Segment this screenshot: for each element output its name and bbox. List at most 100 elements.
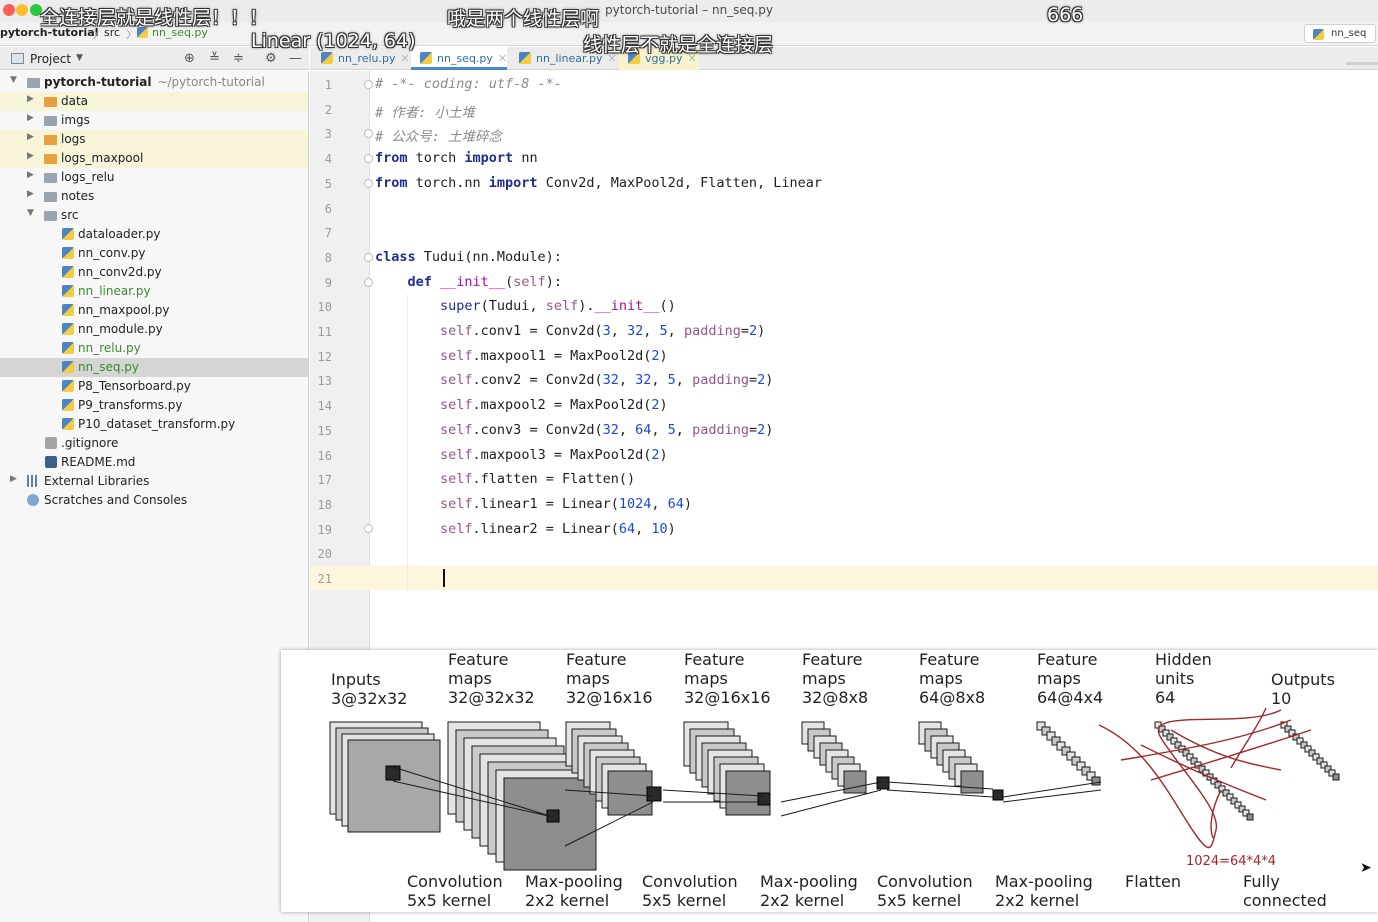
code-line[interactable]: self.linear1 = Linear(1024, 64)	[375, 496, 692, 512]
line-number: 16	[317, 449, 332, 463]
line-number: 1	[324, 78, 332, 92]
chevron-down-icon[interactable]: ▼	[10, 75, 17, 85]
code-token: import	[464, 150, 514, 166]
tree-file-p10-dataset-transform[interactable]: P10_dataset_transform.py	[0, 415, 308, 434]
code-line[interactable]: self.maxpool1 = MaxPool2d(2)	[375, 348, 668, 364]
tree-node-label: External Libraries	[44, 474, 150, 488]
run-configuration-selector[interactable]: nn_seq	[1304, 24, 1376, 43]
chevron-right-icon[interactable]: ▶	[27, 189, 34, 199]
tree-node-root[interactable]: ▼ pytorch-tutorial ~/pytorch-tutorial	[0, 73, 308, 92]
code-token: self	[440, 397, 473, 413]
line-number: 3	[324, 127, 332, 141]
tree-file-nn-module[interactable]: nn_module.py	[0, 320, 308, 339]
close-tab-icon[interactable]: ✕	[401, 52, 410, 65]
code-line[interactable]: class Tudui(nn.Module):	[375, 249, 562, 265]
fold-marker-icon[interactable]	[364, 179, 373, 188]
tree-node-label: P8_Tensorboard.py	[78, 379, 191, 393]
label-line: Max-pooling	[525, 872, 623, 891]
tree-file-readme[interactable]: README.md	[0, 453, 308, 472]
expand-all-icon[interactable]: ≚	[209, 51, 220, 66]
tree-file-nn-seq[interactable]: nn_seq.py	[0, 358, 308, 377]
code-line[interactable]: # 作者: 小土堆	[375, 101, 475, 121]
label-hidden-units: Hidden units 64	[1155, 650, 1212, 707]
tree-node-logs-relu[interactable]: ▶ logs_relu	[0, 168, 308, 187]
label-line: Flatten	[1125, 872, 1181, 891]
code-line[interactable]: # 公众号: 土堆碎念	[375, 125, 502, 145]
code-line[interactable]: self.conv1 = Conv2d(3, 32, 5, padding=2)	[375, 323, 765, 339]
fold-marker-icon[interactable]	[364, 253, 373, 262]
fold-marker-icon[interactable]	[364, 129, 373, 138]
tree-file-nn-linear[interactable]: nn_linear.py	[0, 282, 308, 301]
collapse-all-icon[interactable]: ≑	[233, 51, 244, 66]
code-line[interactable]: super(Tudui, self).__init__()	[375, 298, 676, 314]
tree-node-label: Scratches and Consoles	[44, 493, 188, 507]
tree-node-logs[interactable]: ▶ logs	[0, 130, 308, 149]
chevron-right-icon[interactable]: ▶	[27, 113, 34, 123]
label-line: maps	[684, 669, 728, 688]
tree-file-nn-relu[interactable]: nn_relu.py	[0, 339, 308, 358]
label-line: Feature	[802, 650, 863, 669]
tree-node-data[interactable]: ▶ data	[0, 92, 308, 111]
close-tab-icon[interactable]: ✕	[498, 52, 507, 65]
tree-node-imgs[interactable]: ▶ imgs	[0, 111, 308, 130]
chevron-down-icon[interactable]: ▼	[27, 208, 34, 218]
project-panel-title[interactable]: Project	[30, 52, 71, 66]
tree-file-dataloader[interactable]: dataloader.py	[0, 225, 308, 244]
chevron-right-icon[interactable]: ▶	[27, 94, 34, 104]
chevron-right-icon[interactable]: ▶	[10, 474, 17, 484]
gear-icon[interactable]: ⚙	[265, 51, 277, 66]
tree-file-nn-conv2d[interactable]: nn_conv2d.py	[0, 263, 308, 282]
tab-nn-seq[interactable]: nn_seq.py ✕	[411, 47, 507, 70]
tree-node-notes[interactable]: ▶ notes	[0, 187, 308, 206]
python-file-icon	[62, 399, 74, 411]
code-line[interactable]: self.maxpool2 = MaxPool2d(2)	[375, 397, 668, 413]
tree-file-nn-maxpool[interactable]: nn_maxpool.py	[0, 301, 308, 320]
tree-node-label: nn_seq.py	[78, 360, 139, 374]
chevron-right-icon[interactable]: ▶	[27, 132, 34, 142]
tree-node-logs-maxpool[interactable]: ▶ logs_maxpool	[0, 149, 308, 168]
code-line[interactable]: self.linear2 = Linear(64, 10)	[375, 521, 676, 537]
text-cursor	[443, 569, 445, 587]
tree-file-gitignore[interactable]: .gitignore	[0, 434, 308, 453]
tree-file-nn-conv[interactable]: nn_conv.py	[0, 244, 308, 263]
code-line[interactable]: self.conv3 = Conv2d(32, 64, 5, padding=2…	[375, 422, 773, 438]
hide-panel-icon[interactable]: —	[289, 51, 302, 66]
code-token: self	[440, 422, 473, 438]
scratches-icon	[27, 494, 39, 506]
tree-node-label: P9_transforms.py	[78, 398, 183, 412]
chevron-right-icon[interactable]: ▶	[27, 151, 34, 161]
code-token: =	[740, 323, 749, 339]
tree-node-src[interactable]: ▼ src	[0, 206, 308, 225]
tree-file-p8-tensorboard[interactable]: P8_Tensorboard.py	[0, 377, 308, 396]
code-token: ).	[578, 298, 595, 314]
code-token: ,	[618, 422, 636, 438]
label-inputs: Inputs 3@32x32	[331, 670, 407, 708]
markdown-file-icon	[45, 456, 57, 468]
code-line[interactable]: def __init__(self):	[375, 274, 562, 290]
line-number: 8	[324, 251, 332, 265]
tree-node-scratches[interactable]: Scratches and Consoles	[0, 491, 308, 510]
tree-node-external-libraries[interactable]: ▶ External Libraries	[0, 472, 308, 491]
code-line[interactable]: # -*- coding: utf-8 -*-	[375, 76, 562, 92]
label-line: Max-pooling	[995, 872, 1093, 891]
fold-marker-icon[interactable]	[364, 278, 373, 287]
fold-marker-icon[interactable]	[364, 154, 373, 163]
code-token: self	[440, 348, 473, 364]
tree-node-label: logs_maxpool	[61, 151, 144, 165]
label-line: 32@32x32	[448, 688, 535, 707]
tree-file-p9-transforms[interactable]: P9_transforms.py	[0, 396, 308, 415]
locate-file-icon[interactable]: ⊕	[184, 51, 195, 66]
code-line[interactable]: from torch.nn import Conv2d, MaxPool2d, …	[375, 175, 822, 191]
fold-marker-icon[interactable]	[364, 80, 373, 89]
fold-marker-icon[interactable]	[364, 524, 373, 533]
code-line[interactable]: self.maxpool3 = MaxPool2d(2)	[375, 447, 668, 463]
code-token: 32	[627, 323, 644, 339]
chevron-down-icon[interactable]: ▼	[76, 53, 83, 63]
code-line[interactable]: from torch import nn	[375, 150, 538, 166]
code-line[interactable]: self.flatten = Flatten()	[375, 471, 635, 487]
chevron-right-icon[interactable]: ▶	[27, 170, 34, 180]
code-line[interactable]: self.conv2 = Conv2d(32, 32, 5, padding=2…	[375, 372, 773, 388]
